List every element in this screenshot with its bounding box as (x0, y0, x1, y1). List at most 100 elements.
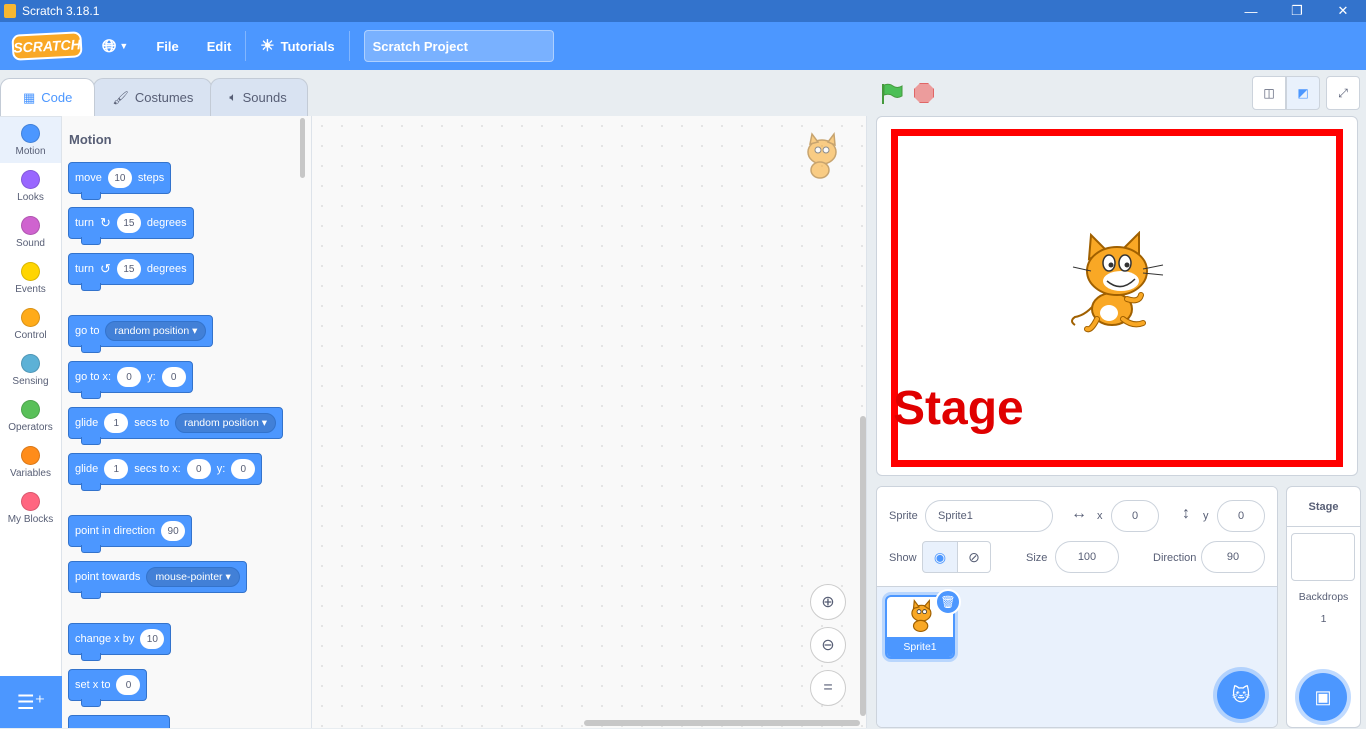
size-input[interactable]: 100 (1055, 541, 1119, 573)
tutorials-menu[interactable]: ☀ Tutorials (246, 22, 348, 70)
language-menu[interactable]: 🌐︎ ▼ (82, 22, 142, 70)
block-go-to-xy[interactable]: go to x: 0 y: 0 (68, 361, 193, 399)
restore-icon[interactable]: ❐ (1274, 0, 1320, 22)
add-extension-button[interactable]: ☰⁺ (0, 676, 62, 728)
show-sprite-toggle[interactable]: ◉ (922, 541, 958, 573)
block-input[interactable]: 0 (161, 367, 186, 387)
palette-scrollbar[interactable] (300, 118, 305, 178)
block-set-x[interactable]: set x to 0 (68, 669, 148, 707)
block-text: secs to x: (134, 463, 181, 475)
variables-color-dot (21, 445, 40, 465)
tab-code[interactable]: ▦ Code (0, 78, 96, 116)
category-my-blocks[interactable]: My Blocks (0, 485, 61, 531)
tab-costumes-label: Costumes (134, 90, 194, 105)
block-dropdown[interactable]: random position ▾ (175, 413, 277, 433)
category-operators[interactable]: Operators (0, 393, 61, 439)
x-position-input[interactable]: 0 (1111, 500, 1159, 532)
sprite-name-label: Sprite (889, 510, 918, 522)
block-input[interactable]: 1 (104, 459, 129, 479)
block-point-towards[interactable]: point towards mouse-pointer ▾ (68, 561, 247, 599)
block-turn-right[interactable]: turn ↻ 15 degrees (68, 207, 194, 245)
delete-sprite-icon[interactable]: 🗑︎ (935, 589, 961, 615)
block-dropdown[interactable]: mouse-pointer ▾ (146, 567, 240, 587)
stage-pane-title: Stage (1287, 487, 1360, 527)
category-variables[interactable]: Variables (0, 439, 61, 485)
block-text: secs to (134, 417, 170, 429)
fullscreen-icon[interactable]: ⤢ (1326, 76, 1360, 110)
motion-color-dot (21, 123, 40, 143)
category-looks[interactable]: Looks (0, 163, 61, 209)
stop-icon[interactable] (914, 83, 934, 103)
large-stage-icon[interactable]: ◩ (1286, 76, 1320, 110)
add-backdrop-button[interactable]: ▣ (1299, 673, 1347, 721)
sprite-name-input[interactable]: Sprite1 (925, 500, 1053, 532)
category-sound[interactable]: Sound (0, 209, 61, 255)
tab-sounds[interactable]: 🔈︎ Sounds (210, 78, 308, 116)
eye-icon: ◉ (933, 548, 947, 565)
editor-tabs: ▦ Code 🖌︎ Costumes 🔈︎ Sounds (0, 78, 308, 116)
file-menu[interactable]: File (142, 22, 192, 70)
stage-canvas[interactable]: Stage (876, 116, 1358, 476)
hide-sprite-toggle[interactable]: ⊘ (957, 541, 991, 573)
cat-sprite[interactable] (1067, 231, 1167, 339)
block-input[interactable]: 1 (104, 413, 129, 433)
zoom-out-icon[interactable]: ⊖ (810, 627, 846, 663)
sprite-list: Sprite1 🗑︎ 🐱︎ (877, 587, 1277, 727)
stage-target-pane[interactable]: Stage Backdrops 1 ▣ (1286, 486, 1361, 728)
workspace-horizontal-scrollbar[interactable] (584, 720, 860, 726)
category-events[interactable]: Events (0, 255, 61, 301)
block-partial[interactable] (68, 715, 170, 728)
code-icon: ▦ (23, 89, 36, 105)
close-icon[interactable]: ✕ (1320, 0, 1366, 22)
sound-color-dot (21, 215, 40, 235)
block-input[interactable]: 15 (116, 259, 141, 279)
project-title-input[interactable]: Scratch Project (363, 30, 554, 62)
block-glide-xy[interactable]: glide 1 secs to x: 0 y: 0 (68, 453, 263, 491)
block-move-steps[interactable]: move 10 steps (68, 162, 172, 200)
block-input[interactable]: 0 (117, 367, 142, 387)
scratch-logo[interactable]: SCRATCH (11, 31, 83, 61)
y-arrows-icon: ↕ (1182, 505, 1190, 522)
tab-sounds-label: Sounds (242, 90, 287, 105)
palette-section-title: Motion (69, 132, 112, 147)
category-control[interactable]: Control (0, 301, 61, 347)
block-turn-left[interactable]: turn ↺ 15 degrees (68, 253, 194, 291)
tutorials-label: Tutorials (280, 38, 335, 54)
window-titlebar: Scratch 3.18.1 — ❐ ✕ (0, 0, 1366, 22)
workspace-vertical-scrollbar[interactable] (860, 416, 866, 716)
zoom-in-icon[interactable]: ⊕ (810, 584, 846, 620)
block-change-x[interactable]: change x by 10 (68, 623, 172, 661)
menu-bar: SCRATCH 🌐︎ ▼ File Edit ☀ Tutorials Scrat… (0, 22, 1366, 70)
script-workspace[interactable]: ⊕ ⊖ = (312, 116, 867, 728)
block-glide-to[interactable]: glide 1 secs to random position ▾ (68, 407, 284, 445)
block-dropdown[interactable]: random position ▾ (105, 321, 207, 341)
green-flag-icon[interactable] (880, 82, 904, 106)
block-input[interactable]: 0 (231, 459, 256, 479)
category-motion[interactable]: Motion (0, 117, 61, 163)
category-sensing[interactable]: Sensing (0, 347, 61, 393)
category-menu: Motion Looks Sound Events Control Sensin… (0, 116, 62, 676)
tab-costumes[interactable]: 🖌︎ Costumes (93, 78, 213, 116)
block-input[interactable]: 0 (116, 675, 141, 695)
block-input[interactable]: 10 (140, 629, 165, 649)
block-input[interactable]: 0 (186, 459, 211, 479)
zoom-reset-icon[interactable]: = (810, 670, 846, 706)
add-sprite-button[interactable]: 🐱︎ (1217, 671, 1265, 719)
block-go-to[interactable]: go to random position ▾ (68, 315, 214, 353)
block-point-direction[interactable]: point in direction 90 (68, 515, 193, 553)
block-input[interactable]: 90 (161, 521, 186, 541)
category-label: Sensing (12, 375, 49, 387)
minimize-icon[interactable]: — (1228, 0, 1274, 22)
operators-color-dot (21, 399, 40, 419)
small-stage-icon[interactable]: ◫ (1252, 76, 1286, 110)
stage-thumbnail[interactable] (1291, 533, 1355, 581)
stage-annotation-label: Stage (893, 382, 1024, 435)
edit-menu[interactable]: Edit (193, 22, 246, 70)
direction-input[interactable]: 90 (1201, 541, 1265, 573)
block-text: go to (75, 325, 100, 337)
block-input[interactable]: 10 (107, 168, 132, 188)
block-input[interactable]: 15 (116, 213, 141, 233)
y-position-input[interactable]: 0 (1217, 500, 1265, 532)
block-text: turn (75, 217, 94, 229)
stage-header: ◫ ◩ ⤢ (876, 76, 1360, 112)
